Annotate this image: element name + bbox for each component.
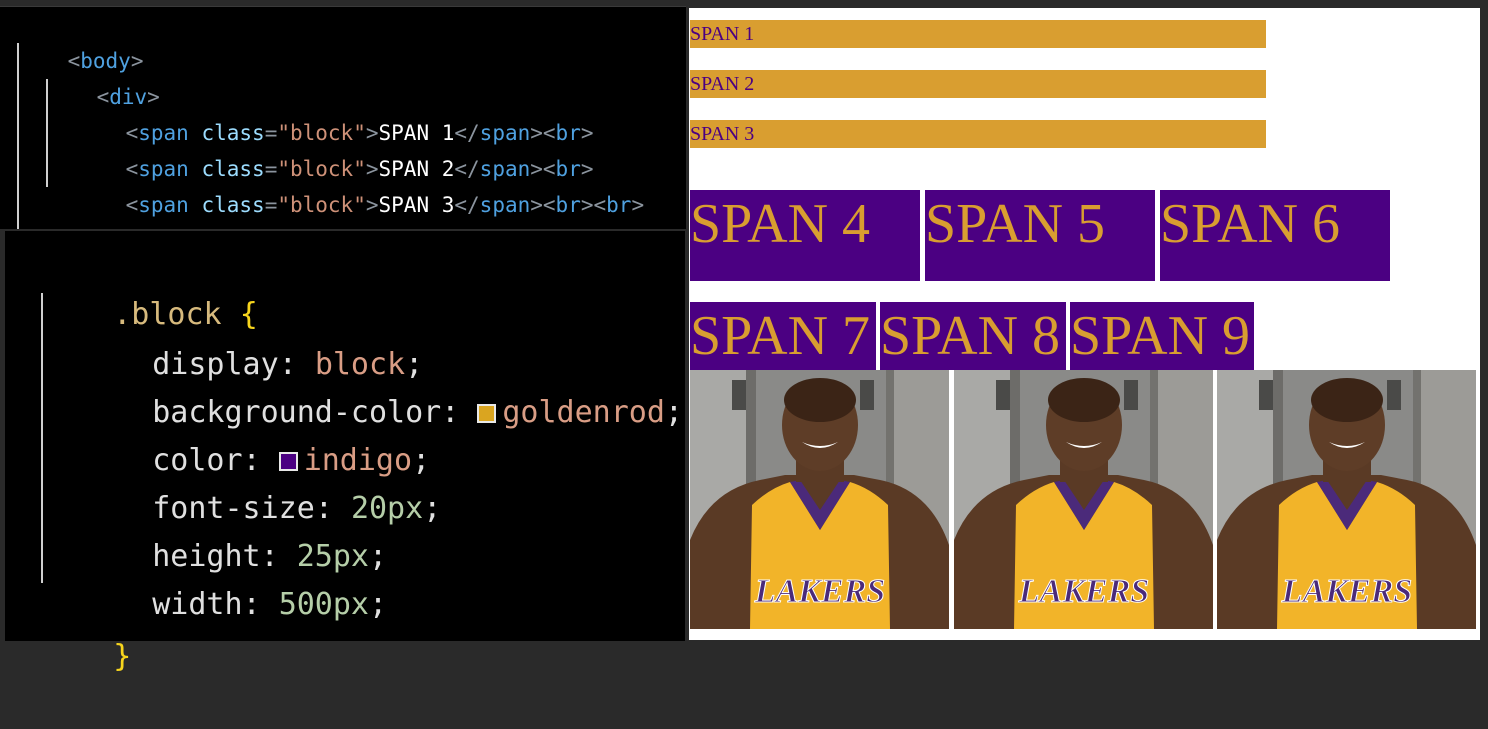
- browser-preview: SPAN 1 SPAN 2 SPAN 3 SPAN 4 SPAN 5 SPAN …: [689, 8, 1480, 640]
- player-photo-1: LAKERS: [690, 370, 949, 629]
- code-line-span-1: <span class="block">SPAN 1</span><br>: [125, 121, 594, 145]
- css-close-brace-line: }: [113, 639, 132, 674]
- code-line-div-close: </div>: [46, 187, 173, 253]
- css-decl-height: height: 25px;: [152, 539, 388, 574]
- code-line-span-2: <span class="block">SPAN 2</span><br>: [125, 157, 594, 181]
- jersey-lettering: LAKERS: [754, 573, 885, 610]
- block-span-1: SPAN 1: [690, 20, 1266, 48]
- css-selector-line: .block {: [113, 297, 258, 332]
- css-decl-width: width: 500px;: [152, 587, 388, 622]
- player-photo-graphic: LAKERS: [954, 370, 1213, 629]
- css-decl-background-color: background-color: goldenrod;: [152, 395, 683, 430]
- css-decl-display: display: block;: [152, 347, 424, 382]
- css-decl-color: color: indigo;: [152, 443, 431, 478]
- html-code-panel: <body> <div> <span class="block">SPAN 1<…: [0, 6, 686, 253]
- inline-block-span-5: SPAN 5: [925, 190, 1155, 281]
- inline-block-span-4: SPAN 4: [690, 190, 920, 281]
- player-photo-graphic: LAKERS: [690, 370, 949, 629]
- css-code-panel: .block { display: block; background-colo…: [5, 231, 685, 674]
- inline-span-9: SPAN 9: [1070, 302, 1254, 370]
- jersey-lettering: LAKERS: [1018, 573, 1149, 610]
- inline-span-7: SPAN 7: [690, 302, 876, 370]
- inline-block-span-6: SPAN 6: [1160, 190, 1390, 281]
- color-swatch-goldenrod[interactable]: [477, 404, 497, 423]
- inline-span-8: SPAN 8: [880, 302, 1066, 370]
- player-photo-2: LAKERS: [954, 370, 1213, 629]
- code-line-div: <div>: [96, 85, 160, 109]
- code-line-span-3: <span class="block">SPAN 3</span><br><br…: [125, 193, 645, 217]
- player-photo-graphic: LAKERS: [1217, 370, 1476, 629]
- code-line-body: <body>: [67, 49, 144, 73]
- css-decl-font-size: font-size: 20px;: [152, 491, 442, 526]
- block-span-3: SPAN 3: [690, 120, 1266, 148]
- block-span-2: SPAN 2: [690, 70, 1266, 98]
- player-photo-3: LAKERS: [1217, 370, 1476, 629]
- jersey-lettering: LAKERS: [1281, 573, 1412, 610]
